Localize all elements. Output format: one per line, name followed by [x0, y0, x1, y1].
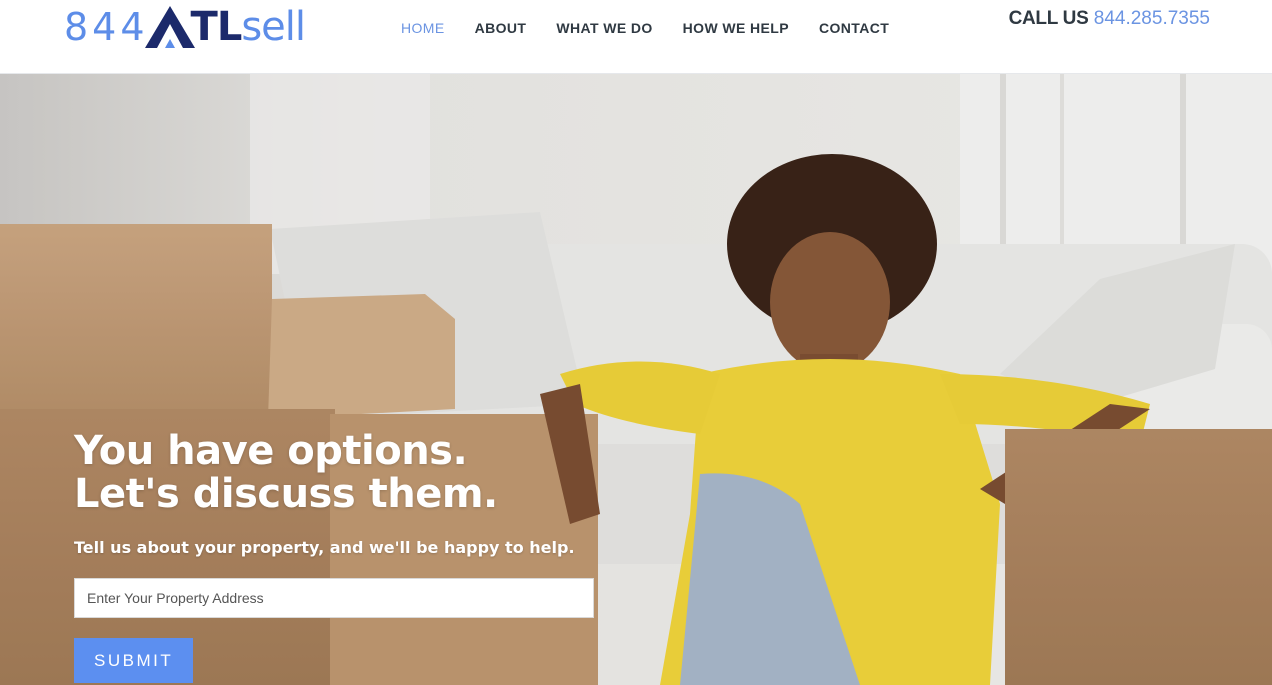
- hero-content: You have options. Let's discuss them. Te…: [74, 430, 634, 683]
- main-nav: HOME ABOUT WHAT WE DO HOW WE HELP CONTAC…: [401, 19, 919, 37]
- phone-link[interactable]: 844.285.7355: [1094, 8, 1210, 29]
- submit-button[interactable]: SUBMIT: [74, 638, 194, 683]
- site-logo[interactable]: 844 TL sell: [64, 2, 326, 50]
- hero-headline: You have options. Let's discuss them.: [74, 430, 634, 516]
- nav-home[interactable]: HOME: [401, 19, 445, 37]
- nav-contact[interactable]: CONTACT: [819, 19, 889, 37]
- property-address-input[interactable]: [74, 578, 594, 618]
- hero-subline: Tell us about your property, and we'll b…: [74, 538, 575, 557]
- logo-suffix: sell: [241, 4, 306, 50]
- headline-line-2: Let's discuss them.: [74, 471, 498, 517]
- nav-about[interactable]: ABOUT: [475, 19, 527, 37]
- headline-line-1: You have options.: [74, 428, 468, 474]
- call-us-label: CALL US: [1008, 8, 1089, 29]
- nav-what-we-do[interactable]: WHAT WE DO: [556, 19, 652, 37]
- hero-section: You have options. Let's discuss them. Te…: [0, 74, 1272, 685]
- roof-a-logo-icon: [144, 6, 195, 48]
- nav-how-we-help[interactable]: HOW WE HELP: [683, 19, 789, 37]
- logo-prefix: 844: [64, 5, 149, 49]
- site-header: 844 TL sell HOME ABOUT WHAT WE DO HOW WE…: [0, 0, 1272, 74]
- call-us: CALL US 844.285.7355: [1009, 7, 1210, 31]
- logo-middle: TL: [190, 4, 243, 50]
